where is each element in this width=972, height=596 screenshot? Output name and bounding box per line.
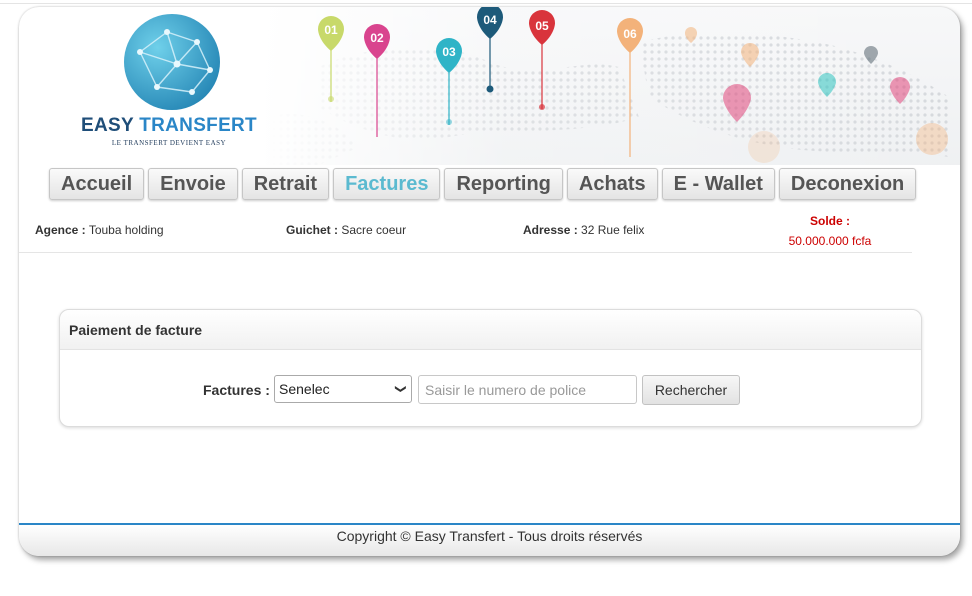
agence-value: Touba holding [88,223,164,237]
police-number-input[interactable] [418,375,637,404]
pin-label: 03 [442,45,456,59]
solde-label: Solde : [809,214,850,228]
pin-label: 02 [370,31,384,45]
brand-name-part2: TRANSFERT [139,115,257,136]
nav-e-wallet[interactable]: E - Wallet [661,168,775,200]
search-button[interactable]: Rechercher [642,375,740,405]
pin-label: 01 [324,23,338,37]
invoice-payment-panel: Paiement de facture Factures : Senelec ❯… [59,309,922,427]
map-marker-icons [685,27,948,163]
brand-name: EASY TRANSFERT [79,115,259,137]
pin-label: 04 [483,13,497,27]
pin-06-icon: 06 [617,18,643,157]
brand-name-part1: EASY [81,115,140,136]
agence-info: Agence : Touba holding [35,223,164,237]
guichet-label: Guichet : [286,223,339,237]
pin-label: 06 [623,27,637,41]
pin-04-icon: 04 [477,7,503,93]
pin-05-icon: 05 [529,10,555,110]
pin-03-icon: 03 [436,38,462,125]
brand-logo: EASY TRANSFERT LE TRANSFERT DEVIENT EASY [79,11,269,161]
agence-label: Agence : [35,223,86,237]
copyright-text: Copyright © Easy Transfert - Tous droits… [336,528,643,544]
nav-envoie[interactable]: Envoie [148,168,238,200]
guichet-value: Sacre coeur [341,223,407,237]
factures-label: Factures : [203,382,270,398]
panel-title: Paiement de facture [60,310,921,350]
nav-accueil[interactable]: Accueil [49,168,145,200]
chevron-down-icon: ❯ [394,384,407,394]
pin-01-icon: 01 [318,16,344,102]
pin-label: 05 [535,19,549,33]
adresse-label: Adresse : [523,223,578,237]
nav-achats[interactable]: Achats [566,168,658,200]
app-frame: 01 02 03 04 05 06 EASY TRANSFERT LE TRAN… [19,7,960,556]
guichet-info: Guichet : Sacre coeur [286,223,406,237]
header-banner: 01 02 03 04 05 06 EASY TRANSFERT LE TRAN… [19,7,960,165]
brand-tagline: LE TRANSFERT DEVIENT EASY [111,139,227,147]
solde-value: 50.000.000 fcfa [788,234,872,248]
nav-reporting[interactable]: Reporting [444,168,563,200]
adresse-value: 32 Rue felix [581,223,645,237]
solde-info: Solde : 50.000.000 fcfa [779,214,881,248]
main-nav: Accueil Envoie Retrait Factures Reportin… [49,168,917,202]
nav-factures[interactable]: Factures [333,168,441,200]
nav-deconexion[interactable]: Deconexion [778,168,917,200]
invoice-search-form: Factures : Senelec ❯ Rechercher [60,374,921,406]
adresse-info: Adresse : 32 Rue felix [523,223,644,237]
info-divider [19,252,912,253]
nav-retrait[interactable]: Retrait [241,168,330,200]
factures-select-value: Senelec [279,381,330,397]
footer: Copyright © Easy Transfert - Tous droits… [19,525,960,556]
pin-02-icon: 02 [364,24,390,137]
top-divider [0,3,972,4]
globe-icon [124,14,220,110]
factures-select[interactable]: Senelec ❯ [274,375,412,403]
